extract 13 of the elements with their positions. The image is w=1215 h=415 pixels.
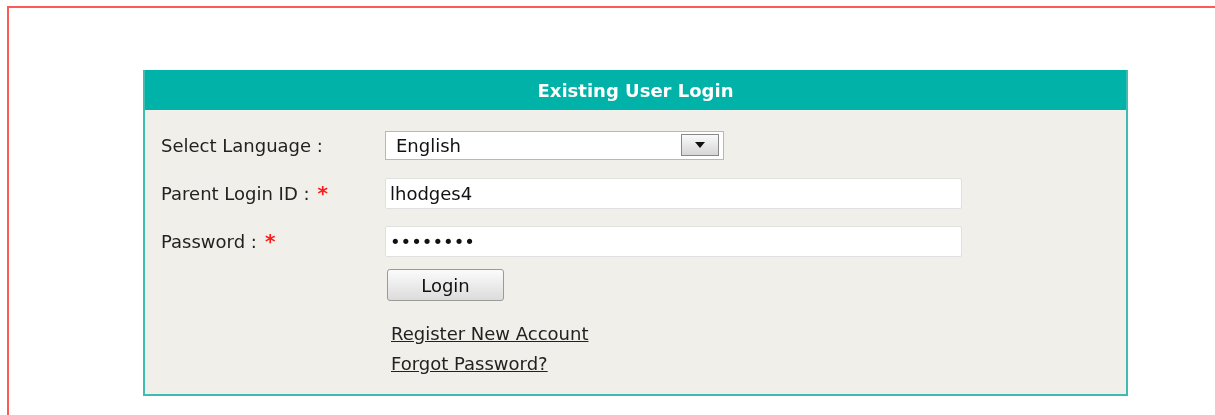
dropdown-caret-icon[interactable] [681,134,719,156]
text-link[interactable]: Forgot Password? [391,351,548,377]
field-label: Select Language : [161,133,323,158]
panel-title: Existing User Login [537,78,734,103]
login-button[interactable]: Login [387,269,504,301]
field-label: Password : [161,229,257,254]
text-link[interactable]: Register New Account [391,321,589,347]
required-asterisk: * [317,183,329,203]
field-label: Parent Login ID : [161,181,310,206]
required-asterisk: * [264,231,276,251]
language-dropdown[interactable]: English [385,130,724,160]
text-field[interactable]: •••••••• [385,225,962,257]
text-field[interactable]: lhodges4 [385,177,962,209]
